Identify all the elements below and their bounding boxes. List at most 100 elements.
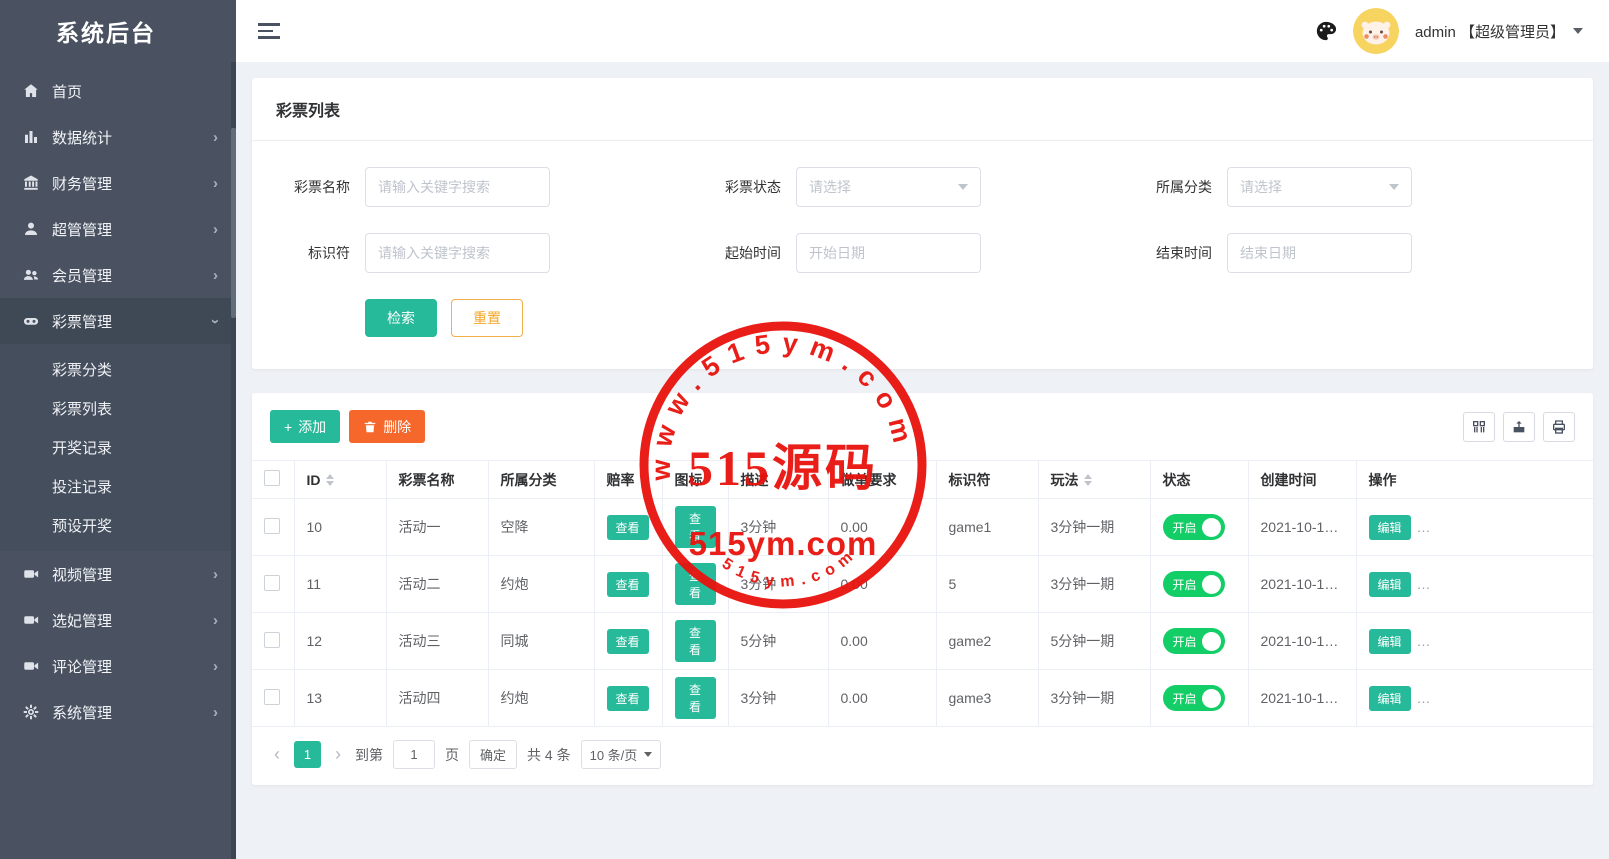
delete-button[interactable]: 删除 [349,410,425,443]
column-settings-icon[interactable] [1463,412,1495,442]
field-label: 标识符 [276,243,350,263]
sidebar-item-lottery[interactable]: 彩票管理 › [0,298,236,344]
col-identifier: 标识符 [936,461,1038,499]
prev-page-icon[interactable]: ‹ [270,744,284,765]
submenu-label: 彩票列表 [52,398,112,419]
page-number[interactable]: 1 [294,741,321,768]
chevron-right-icon: › [213,130,218,145]
category-select[interactable]: 请选择 [1227,167,1412,207]
user-name: admin 【超级管理员】 [1415,21,1565,42]
user-menu[interactable]: admin 【超级管理员】 [1415,21,1583,42]
view-icon-button[interactable]: 查看 [675,563,716,605]
table-row: 11 活动二 约炮 查看 查看 3分钟 0.00 5 3分钟一期 开启 2021… [252,556,1593,613]
table-row: 12 活动三 同城 查看 查看 5分钟 0.00 game2 5分钟一期 开启 … [252,613,1593,670]
submenu-item-bet-records[interactable]: 投注记录 [0,467,236,506]
submenu-item-lottery-category[interactable]: 彩票分类 [0,350,236,389]
view-odds-button[interactable]: 查看 [607,572,649,597]
lottery-status-select[interactable]: 请选择 [796,167,981,207]
per-page-select[interactable]: 10 条/页 [581,740,662,769]
lottery-name-input[interactable] [365,167,550,207]
sidebar-item-comments[interactable]: 评论管理 › [0,643,236,689]
cell-name: 活动四 [386,670,488,727]
lottery-submenu: 彩票分类 彩票列表 开奖记录 投注记录 预设开奖 [0,344,236,551]
sidebar-item-superadmin[interactable]: 超管管理 › [0,206,236,252]
submenu-item-preset-draw[interactable]: 预设开奖 [0,506,236,545]
more-actions[interactable]: … [1417,690,1432,706]
cell-id: 10 [294,499,386,556]
sidebar-item-video[interactable]: 视频管理 › [0,551,236,597]
status-toggle[interactable]: 开启 [1163,685,1225,711]
goto-page-input[interactable] [393,740,435,769]
edit-button[interactable]: 编辑 [1369,515,1411,540]
sidebar-item-xuanfei[interactable]: 选妃管理 › [0,597,236,643]
search-button[interactable]: 检索 [365,299,437,337]
caret-down-icon [1573,28,1583,34]
user-avatar[interactable] [1353,8,1399,54]
edit-button[interactable]: 编辑 [1369,572,1411,597]
row-checkbox[interactable] [264,689,280,705]
more-actions[interactable]: … [1417,576,1432,592]
view-icon-button[interactable]: 查看 [675,506,716,548]
theme-palette-icon[interactable] [1315,20,1337,42]
sidebar-item-finance[interactable]: 财务管理 › [0,160,236,206]
more-actions[interactable]: … [1417,519,1432,535]
add-button[interactable]: + 添加 [270,410,340,443]
next-page-icon[interactable]: › [331,744,345,765]
per-page-value: 10 条/页 [590,745,638,764]
submenu-item-lottery-list[interactable]: 彩票列表 [0,389,236,428]
table-header-row: ID 彩票名称 所属分类 赔率 图标 描述 做单要求 标识符 玩法 状态 创建时… [252,461,1593,499]
view-odds-button[interactable]: 查看 [607,686,649,711]
submenu-item-draw-records[interactable]: 开奖记录 [0,428,236,467]
edit-button[interactable]: 编辑 [1369,686,1411,711]
toggle-knob [1202,689,1221,708]
sidebar-nav: 首页 数据统计 › 财务管理 › 超管管理 › 会员管理 › [0,62,236,735]
cell-desc: 3分钟 [728,556,828,613]
reset-button[interactable]: 重置 [451,299,523,337]
sidebar-item-statistics[interactable]: 数据统计 › [0,114,236,160]
view-icon-button[interactable]: 查看 [675,620,716,662]
status-toggle[interactable]: 开启 [1163,514,1225,540]
row-checkbox[interactable] [264,632,280,648]
cell-created: 2021-10-1… [1248,556,1356,613]
cell-identifier: game2 [936,613,1038,670]
more-actions[interactable]: … [1417,633,1432,649]
row-checkbox[interactable] [264,575,280,591]
print-icon[interactable] [1543,412,1575,442]
select-all-checkbox[interactable] [264,470,280,486]
row-checkbox[interactable] [264,518,280,534]
goto-confirm-button[interactable]: 确定 [469,740,517,769]
sidebar-item-label: 超管管理 [52,219,213,240]
view-odds-button[interactable]: 查看 [607,515,649,540]
sort-icon[interactable] [1084,474,1092,486]
view-odds-button[interactable]: 查看 [607,629,649,654]
col-id: ID [307,472,321,488]
cell-id: 13 [294,670,386,727]
status-toggle[interactable]: 开启 [1163,571,1225,597]
export-icon[interactable] [1503,412,1535,442]
lottery-table: ID 彩票名称 所属分类 赔率 图标 描述 做单要求 标识符 玩法 状态 创建时… [252,460,1593,727]
sort-icon[interactable] [326,474,334,486]
cell-identifier: game1 [936,499,1038,556]
view-icon-button[interactable]: 查看 [675,677,716,719]
col-requirement: 做单要求 [828,461,936,499]
sidebar-item-system[interactable]: 系统管理 › [0,689,236,735]
sidebar-item-home[interactable]: 首页 [0,68,236,114]
video-icon [22,611,40,629]
sidebar-item-label: 会员管理 [52,265,213,286]
submenu-label: 开奖记录 [52,437,112,458]
cell-created: 2021-10-1… [1248,670,1356,727]
status-toggle[interactable]: 开启 [1163,628,1225,654]
sidebar-item-label: 彩票管理 [52,311,213,332]
start-date-input[interactable] [796,233,981,273]
cell-category: 空降 [488,499,594,556]
chevron-down-icon: › [208,319,223,324]
edit-button[interactable]: 编辑 [1369,629,1411,654]
identifier-input[interactable] [365,233,550,273]
sidebar-item-members[interactable]: 会员管理 › [0,252,236,298]
collapse-menu-icon[interactable] [258,19,280,43]
end-date-input[interactable] [1227,233,1412,273]
field-label: 彩票名称 [276,177,350,197]
chevron-right-icon: › [213,705,218,720]
field-label: 起始时间 [707,243,781,263]
cell-desc: 5分钟 [728,613,828,670]
